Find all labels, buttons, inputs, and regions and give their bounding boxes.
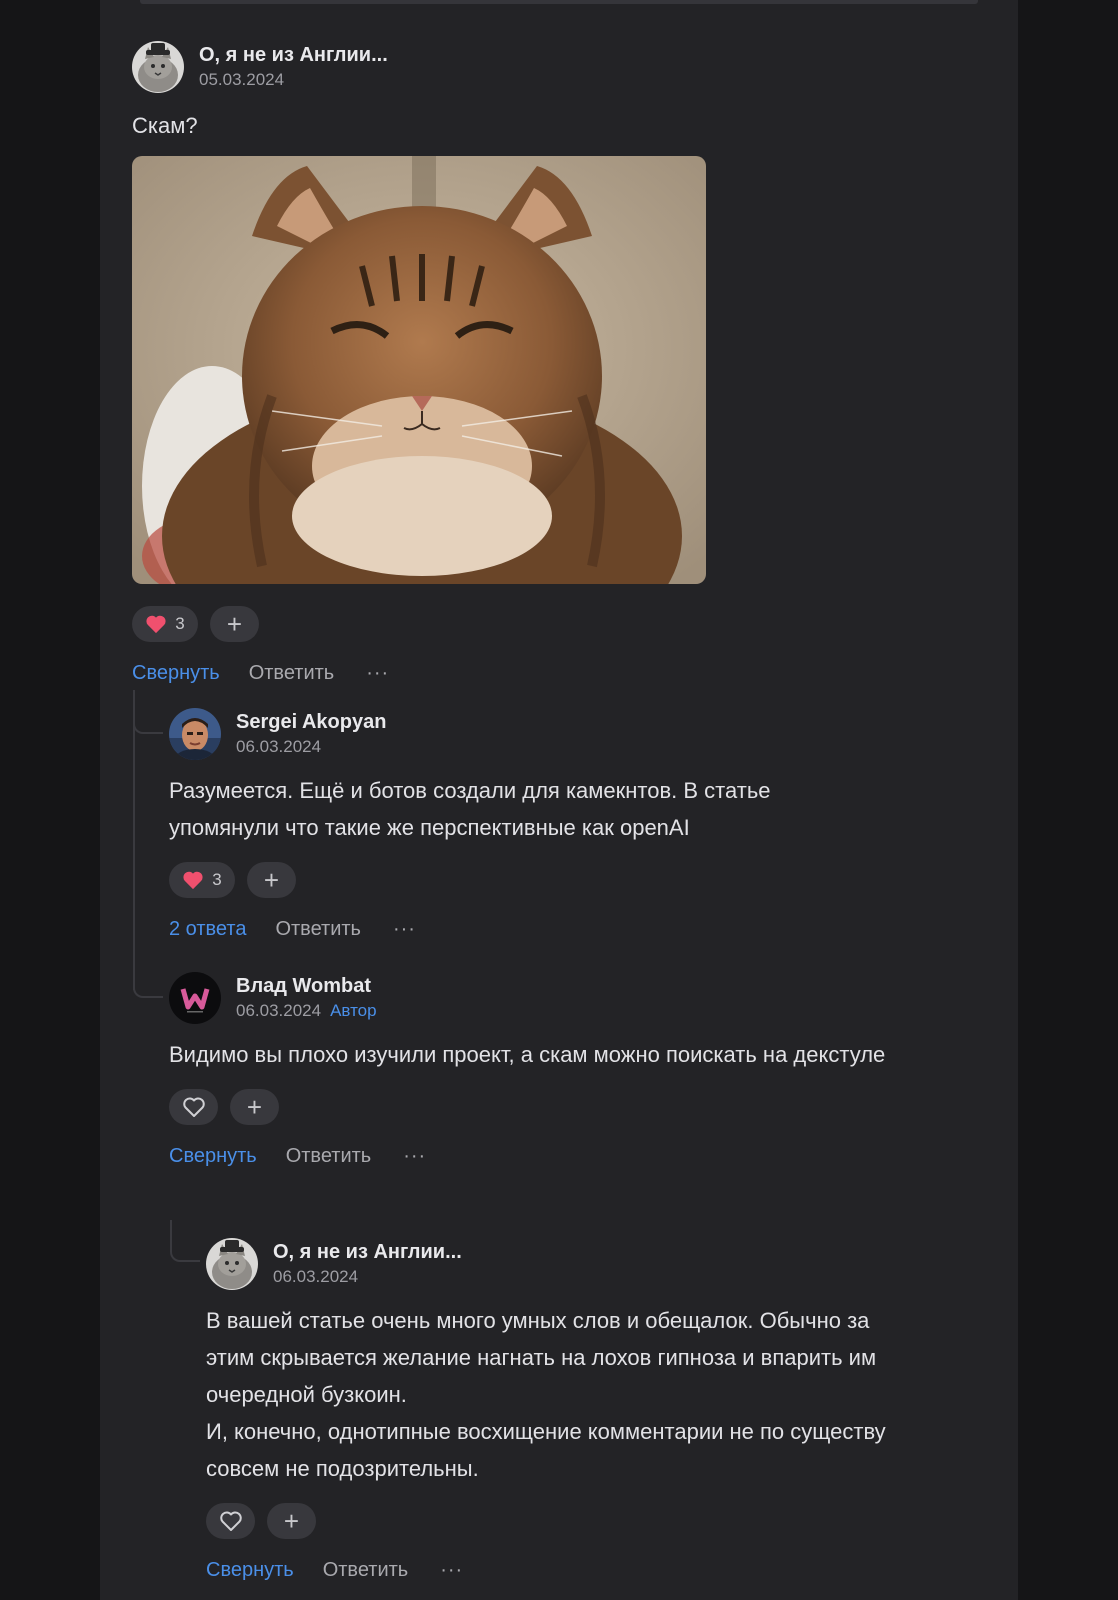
- heart-outline-icon: [182, 1097, 205, 1117]
- like-reaction[interactable]: [169, 1089, 218, 1125]
- avatar[interactable]: [206, 1238, 258, 1290]
- comment: О, я не из Англии... 06.03.2024 В вашей …: [206, 1238, 926, 1585]
- reactions-bar: +: [206, 1503, 926, 1539]
- comment-actions: 2 ответа Ответить ···: [169, 914, 929, 944]
- comment-actions: Свернуть Ответить ···: [169, 1141, 929, 1171]
- comment-header: Sergei Akopyan 06.03.2024: [169, 708, 929, 760]
- reactions-bar: +: [169, 1089, 929, 1125]
- comment: О, я не из Англии... 05.03.2024 Скам? 3 …: [132, 41, 932, 688]
- comment-header: О, я не из Англии... 05.03.2024: [132, 41, 932, 93]
- add-reaction-button[interactable]: +: [210, 606, 259, 642]
- comment-date: 05.03.2024: [199, 70, 285, 89]
- reaction-count: 3: [175, 614, 185, 633]
- collapse-button[interactable]: Свернуть: [132, 662, 220, 685]
- comment: Sergei Akopyan 06.03.2024 Разумеется. Ещ…: [169, 708, 929, 944]
- page: О, я не из Англии... 05.03.2024 Скам? 3 …: [0, 0, 1118, 1600]
- heart-filled-icon: [146, 615, 166, 634]
- comment-author[interactable]: Sergei Akopyan: [236, 709, 386, 735]
- tabby-cat-photo: [132, 156, 706, 584]
- collapse-button[interactable]: Свернуть: [206, 1559, 294, 1582]
- comment-text: В вашей статье очень много умных слов и …: [206, 1302, 916, 1487]
- add-reaction-button[interactable]: +: [247, 862, 296, 898]
- like-reaction[interactable]: 3: [169, 862, 235, 898]
- add-reaction-button[interactable]: +: [267, 1503, 316, 1539]
- add-reaction-button[interactable]: +: [230, 1089, 279, 1125]
- comment: Влад Wombat 06.03.2024 Автор Видимо вы п…: [169, 972, 929, 1171]
- comment-author[interactable]: О, я не из Англии...: [199, 42, 388, 68]
- plus-icon: +: [283, 1506, 300, 1536]
- more-options-icon[interactable]: ···: [403, 1146, 426, 1166]
- wombat-logo-icon: [169, 972, 221, 1024]
- comment-header: О, я не из Англии... 06.03.2024: [206, 1238, 926, 1290]
- avatar-cat-icon: [206, 1238, 258, 1290]
- thread-branch: [133, 690, 163, 734]
- comment-text: Скам?: [132, 113, 198, 138]
- plus-icon: +: [226, 609, 243, 639]
- comment-author[interactable]: Влад Wombat: [236, 973, 377, 999]
- reactions-bar: 3 +: [169, 862, 929, 898]
- heart-outline-icon: [219, 1511, 242, 1531]
- comment-author[interactable]: О, я не из Англии...: [273, 1239, 462, 1265]
- comment-actions: Свернуть Ответить ···: [132, 658, 932, 688]
- comment-actions: Свернуть Ответить ···: [206, 1555, 926, 1585]
- avatar[interactable]: [132, 41, 184, 93]
- more-options-icon[interactable]: ···: [440, 1560, 463, 1580]
- comment-text: Видимо вы плохо изучили проект, а скам м…: [169, 1042, 886, 1067]
- thread-line: [133, 690, 135, 990]
- author-badge: Автор: [330, 1001, 377, 1020]
- avatar[interactable]: [169, 972, 221, 1024]
- plus-icon: +: [263, 865, 280, 895]
- reply-button[interactable]: Ответить: [249, 662, 335, 685]
- comment-date: 06.03.2024: [236, 737, 322, 756]
- reply-button[interactable]: Ответить: [275, 918, 361, 941]
- reply-button[interactable]: Ответить: [323, 1559, 409, 1582]
- like-reaction[interactable]: 3: [132, 606, 198, 642]
- more-options-icon[interactable]: ···: [366, 663, 389, 683]
- show-replies-button[interactable]: 2 ответа: [169, 918, 246, 941]
- comment-date: 06.03.2024: [273, 1267, 359, 1286]
- comment-paragraph: И, конечно, однотипные восхищение коммен…: [206, 1419, 886, 1481]
- heart-filled-icon: [183, 871, 203, 890]
- reply-button[interactable]: Ответить: [286, 1145, 372, 1168]
- reactions-bar: 3 +: [132, 606, 932, 642]
- comment-image[interactable]: [132, 156, 706, 584]
- reaction-count: 3: [212, 870, 222, 889]
- top-divider: [140, 0, 978, 4]
- comment-header: Влад Wombat 06.03.2024 Автор: [169, 972, 929, 1024]
- more-options-icon[interactable]: ···: [393, 919, 416, 939]
- like-reaction[interactable]: [206, 1503, 255, 1539]
- avatar-cat-icon: [132, 41, 184, 93]
- thread-branch: [133, 960, 163, 998]
- avatar-photo-icon: [169, 708, 221, 760]
- avatar[interactable]: [169, 708, 221, 760]
- plus-icon: +: [246, 1092, 263, 1122]
- comment-paragraph: В вашей статье очень много умных слов и …: [206, 1308, 877, 1407]
- comment-text: Разумеется. Ещё и ботов создали для каме…: [169, 778, 771, 840]
- comment-date: 06.03.2024: [236, 1001, 322, 1020]
- thread-branch: [170, 1220, 200, 1262]
- collapse-button[interactable]: Свернуть: [169, 1145, 257, 1168]
